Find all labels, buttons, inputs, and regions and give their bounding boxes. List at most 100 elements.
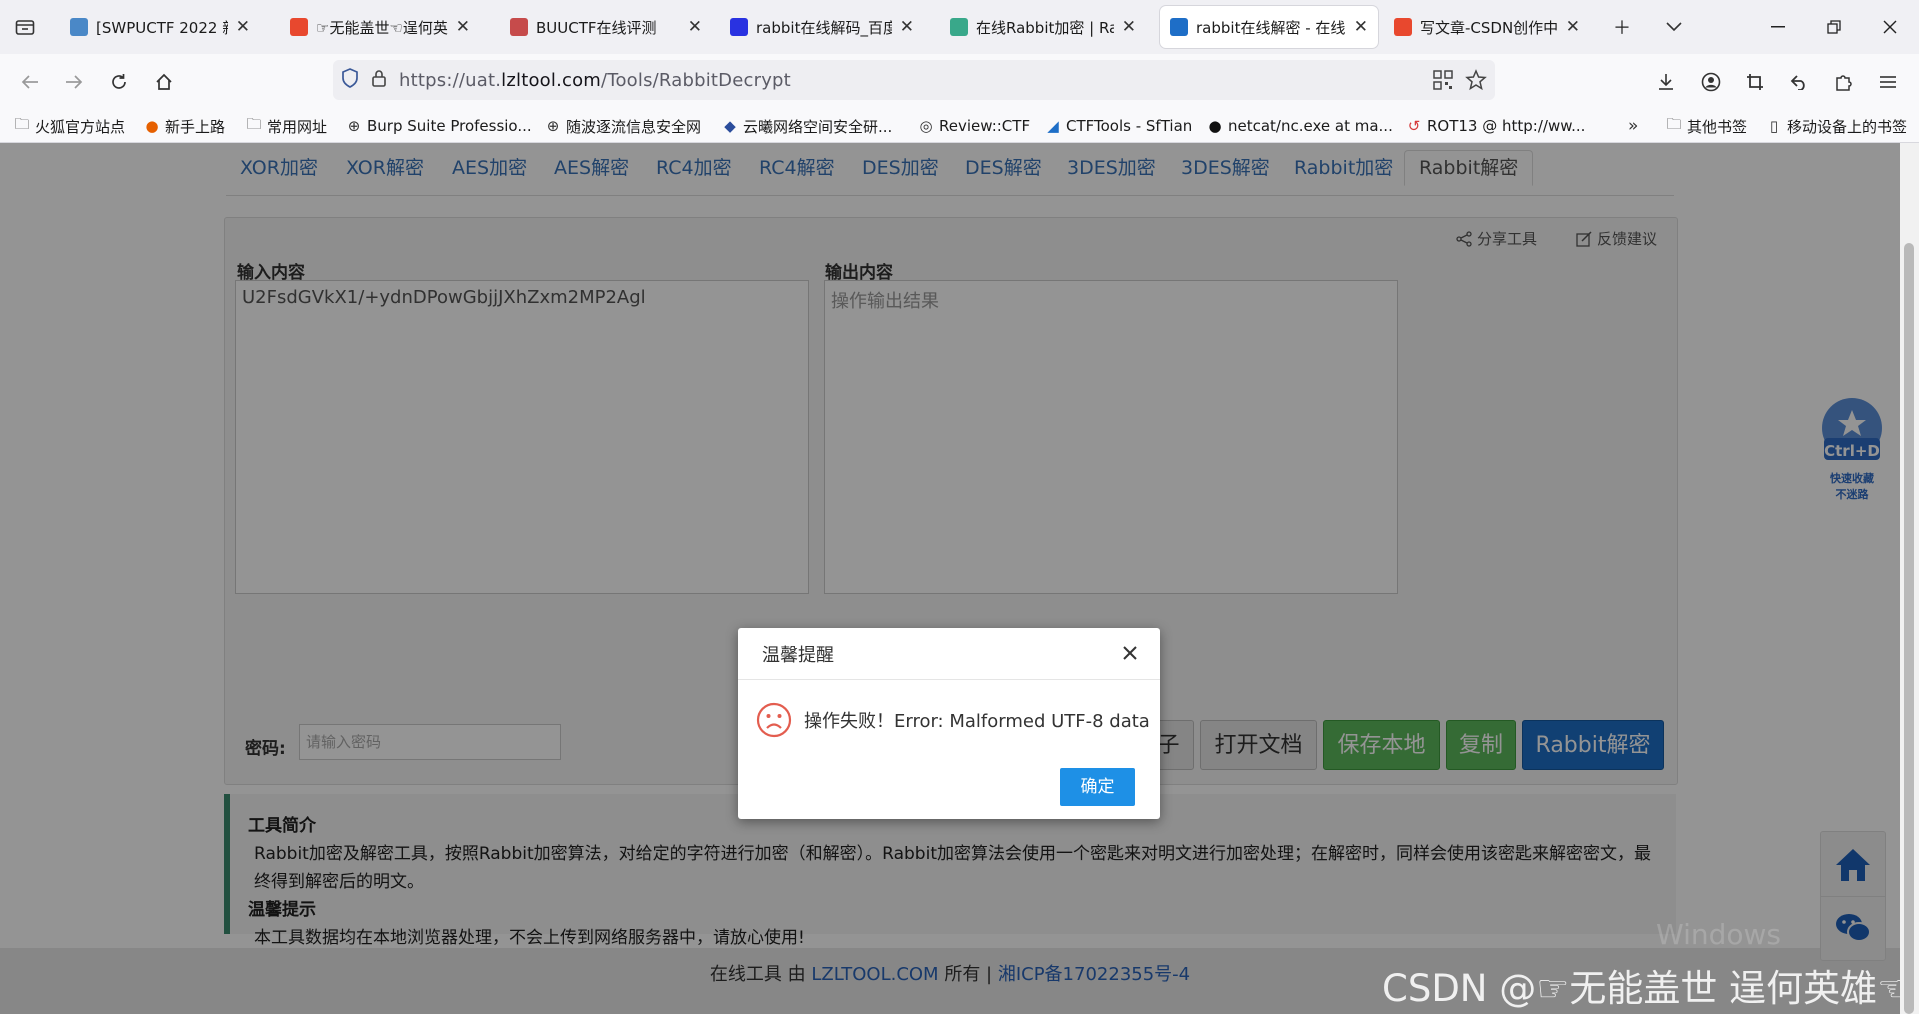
bookmark-item[interactable]: ⊕ Burp Suite Professio...: [346, 114, 532, 138]
dialog-close-button[interactable]: [1118, 641, 1142, 665]
close-tab-icon[interactable]: ✕: [1354, 17, 1368, 37]
bookmarks-toolbar: 🗀 火狐官方站点 ● 新手上路 🗀 常用网址 ⊕ Burp Suite Professio..…: [0, 110, 1919, 143]
back-button[interactable]: [14, 66, 46, 98]
tab-title: [SWPUCTF 2022 新生: [96, 18, 228, 37]
ctftools-icon: ◢: [1047, 117, 1059, 135]
bookmark-item[interactable]: ● 新手上路: [144, 114, 225, 138]
star-bookmark-icon[interactable]: [1465, 69, 1487, 96]
tab-bar: [SWPUCTF 2022 新生✕☞无能盖世☜逞何英雄✕BUUCTF在线评测✕r…: [0, 0, 1919, 54]
globe-icon: ⊕: [347, 117, 361, 135]
bookmark-item[interactable]: ◆ 云曦网络空间安全研...: [722, 114, 892, 138]
undo-button[interactable]: [1783, 66, 1815, 98]
forward-button[interactable]: [58, 66, 90, 98]
tracking-protection-shield-icon[interactable]: [341, 67, 359, 93]
browser-tab[interactable]: rabbit在线解密 - 在线 ✕: [1160, 6, 1378, 48]
close-tab-icon[interactable]: ✕: [1122, 17, 1136, 37]
tab-list-button[interactable]: [8, 10, 42, 44]
reload-icon: [112, 74, 126, 89]
tab-title: rabbit在线解密 - 在线: [1196, 18, 1346, 37]
home-button[interactable]: [148, 66, 180, 98]
plus-icon: ＋: [1613, 18, 1631, 39]
arrow-left-icon: [21, 75, 38, 89]
reload-button[interactable]: [103, 66, 135, 98]
folder-icon: 🗀: [14, 114, 30, 133]
tab-title: 在线Rabbit加密 | Rab: [976, 18, 1114, 37]
bookmark-label: 云曦网络空间安全研...: [743, 117, 893, 136]
account-button[interactable]: [1695, 66, 1727, 98]
bookmark-item[interactable]: 🗀 常用网址: [246, 114, 327, 138]
browser-tab[interactable]: 在线Rabbit加密 | Rab ✕: [940, 6, 1146, 48]
browser-tab[interactable]: rabbit在线解码_百度搜 ✕: [720, 6, 924, 48]
os-activation-watermark: Windows: [1656, 918, 1781, 951]
lock-icon[interactable]: [371, 69, 387, 92]
download-icon: [1659, 74, 1673, 90]
browser-tab[interactable]: BUUCTF在线评测 ✕: [500, 6, 712, 48]
page-scrollbar[interactable]: [1900, 143, 1919, 1014]
dialog-ok-button[interactable]: 确定: [1060, 768, 1135, 806]
navigation-toolbar: https://uat.lzltool.com/Tools/RabbitDecr…: [0, 54, 1919, 110]
tab-list-icon: [15, 20, 35, 35]
more-bookmarks-chevron-icon[interactable]: »: [1628, 116, 1638, 136]
screenshot-button[interactable]: [1739, 66, 1771, 98]
bookmark-label: Review::CTF: [939, 117, 1031, 135]
undo-icon: [1790, 75, 1805, 90]
bookmark-label: 随波逐流信息安全网: [566, 117, 702, 136]
new-tab-button[interactable]: ＋: [1602, 10, 1642, 44]
folder-icon: 🗀: [246, 114, 262, 133]
gear-flower-icon: [950, 18, 968, 36]
bookmark-item[interactable]: 🗀 火狐官方站点: [14, 114, 125, 138]
bookmark-item[interactable]: ⊕ 随波逐流信息安全网: [545, 114, 701, 138]
review-icon: ◎: [919, 117, 933, 135]
close-window-button[interactable]: [1870, 10, 1910, 44]
bookmark-item[interactable]: ↺ ROT13 @ http://ww...: [1406, 114, 1586, 138]
close-icon: [1883, 20, 1897, 34]
bookmark-item[interactable]: ◎ Review::CTF: [918, 114, 1030, 138]
qr-code-icon[interactable]: [1433, 70, 1453, 95]
minimize-icon: [1771, 26, 1785, 28]
extensions-button[interactable]: [1827, 66, 1859, 98]
crop-icon: [1747, 74, 1763, 90]
browser-tab[interactable]: ☞无能盖世☜逞何英雄 ✕: [280, 6, 480, 48]
bookmark-label: netcat/nc.exe at ma...: [1228, 117, 1393, 135]
scrollbar-thumb[interactable]: [1904, 243, 1914, 1014]
close-tab-icon[interactable]: ✕: [1566, 17, 1580, 37]
bookmark-item[interactable]: 🗀 其他书签: [1666, 114, 1747, 138]
folder-icon: 🗀: [1666, 114, 1682, 133]
close-tab-icon[interactable]: ✕: [688, 17, 702, 37]
close-tab-icon[interactable]: ✕: [456, 17, 470, 37]
bookmark-item[interactable]: ▯ 移动设备上的书签: [1766, 114, 1907, 138]
url-text: https://uat.lzltool.com/Tools/RabbitDecr…: [399, 69, 791, 91]
app-menu-button[interactable]: [1872, 66, 1904, 98]
tab-title: rabbit在线解码_百度搜: [756, 18, 892, 37]
close-tab-icon[interactable]: ✕: [236, 17, 250, 37]
list-all-tabs-button[interactable]: [1654, 10, 1694, 44]
bookmark-item[interactable]: ◢ CTFTools - SfTian: [1045, 114, 1192, 138]
downloads-button[interactable]: [1650, 66, 1682, 98]
bookmark-label: Burp Suite Professio...: [367, 117, 532, 135]
bookmark-label: 移动设备上的书签: [1787, 117, 1908, 136]
bookmark-item[interactable]: ● netcat/nc.exe at ma...: [1207, 114, 1393, 138]
minimize-button[interactable]: [1758, 10, 1798, 44]
swpu-favicon: [70, 18, 88, 36]
browser-tab[interactable]: [SWPUCTF 2022 新生 ✕: [60, 6, 260, 48]
bookmark-label: 常用网址: [267, 117, 328, 136]
tab-title: ☞无能盖世☜逞何英雄: [316, 18, 448, 37]
bookmark-label: CTFTools - SfTian: [1066, 117, 1193, 135]
account-icon: [1701, 72, 1721, 92]
bookmark-label: 新手上路: [165, 117, 226, 136]
home-icon: [156, 73, 172, 90]
bookmark-label: 其他书签: [1687, 117, 1748, 136]
baidu-paw-icon: [730, 18, 748, 36]
browser-tab[interactable]: 写文章-CSDN创作中心 ✕: [1384, 6, 1590, 48]
restore-button[interactable]: [1814, 10, 1854, 44]
tab-title: 写文章-CSDN创作中心: [1420, 18, 1558, 37]
csdn-favicon: [1394, 18, 1412, 36]
modal-backdrop[interactable]: [0, 143, 1900, 1014]
close-tab-icon[interactable]: ✕: [900, 17, 914, 37]
hamburger-menu-icon: [1880, 76, 1896, 88]
dialog-title: 温馨提醒: [738, 628, 1160, 680]
dialog-body: 操作失败！Error: Malformed UTF-8 data: [756, 702, 1150, 738]
dialog-message: 操作失败！Error: Malformed UTF-8 data: [804, 711, 1150, 732]
rot13-icon: ↺: [1407, 117, 1421, 135]
address-bar[interactable]: https://uat.lzltool.com/Tools/RabbitDecr…: [333, 60, 1495, 100]
